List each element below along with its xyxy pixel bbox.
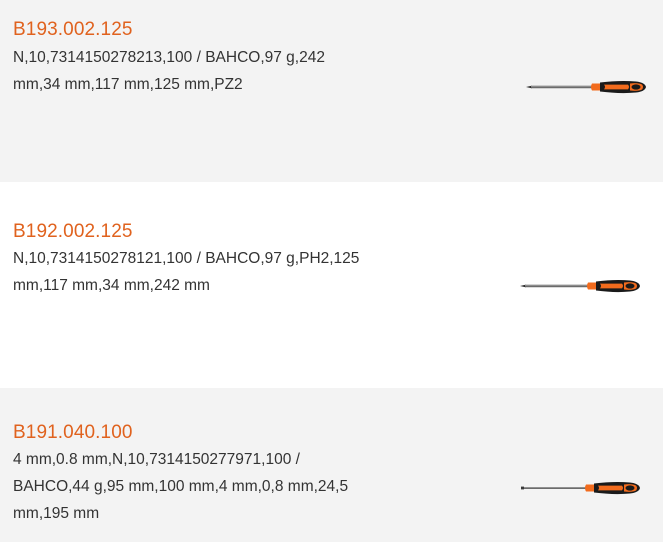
screwdriver-icon[interactable] [524,75,650,99]
screwdriver-image [521,481,640,495]
product-specs: N,10,7314150278213,100 / BAHCO,97 g,242 … [13,49,325,93]
product-row[interactable]: B192.002.125 N,10,7314150278121,100 / BA… [0,182,663,388]
product-code-link[interactable]: B192.002.125 [13,221,133,243]
product-code-link[interactable]: B193.002.125 [13,19,133,41]
product-row[interactable]: B191.040.100 4 mm,0.8 mm,N,10,7314150277… [0,388,663,542]
product-specs: N,10,7314150278121,100 / BAHCO,97 g,PH2,… [13,250,360,294]
screwdriver-image [526,80,646,94]
screwdriver-image [520,279,640,293]
screwdriver-icon[interactable] [519,476,645,500]
screwdriver-icon[interactable] [518,274,644,298]
product-code-link[interactable]: B191.040.100 [13,422,133,444]
product-specs: 4 mm,0.8 mm,N,10,7314150277971,100 / BAH… [13,451,349,522]
product-list: B193.002.125 N,10,7314150278213,100 / BA… [0,0,663,542]
product-row[interactable]: B193.002.125 N,10,7314150278213,100 / BA… [0,0,663,182]
